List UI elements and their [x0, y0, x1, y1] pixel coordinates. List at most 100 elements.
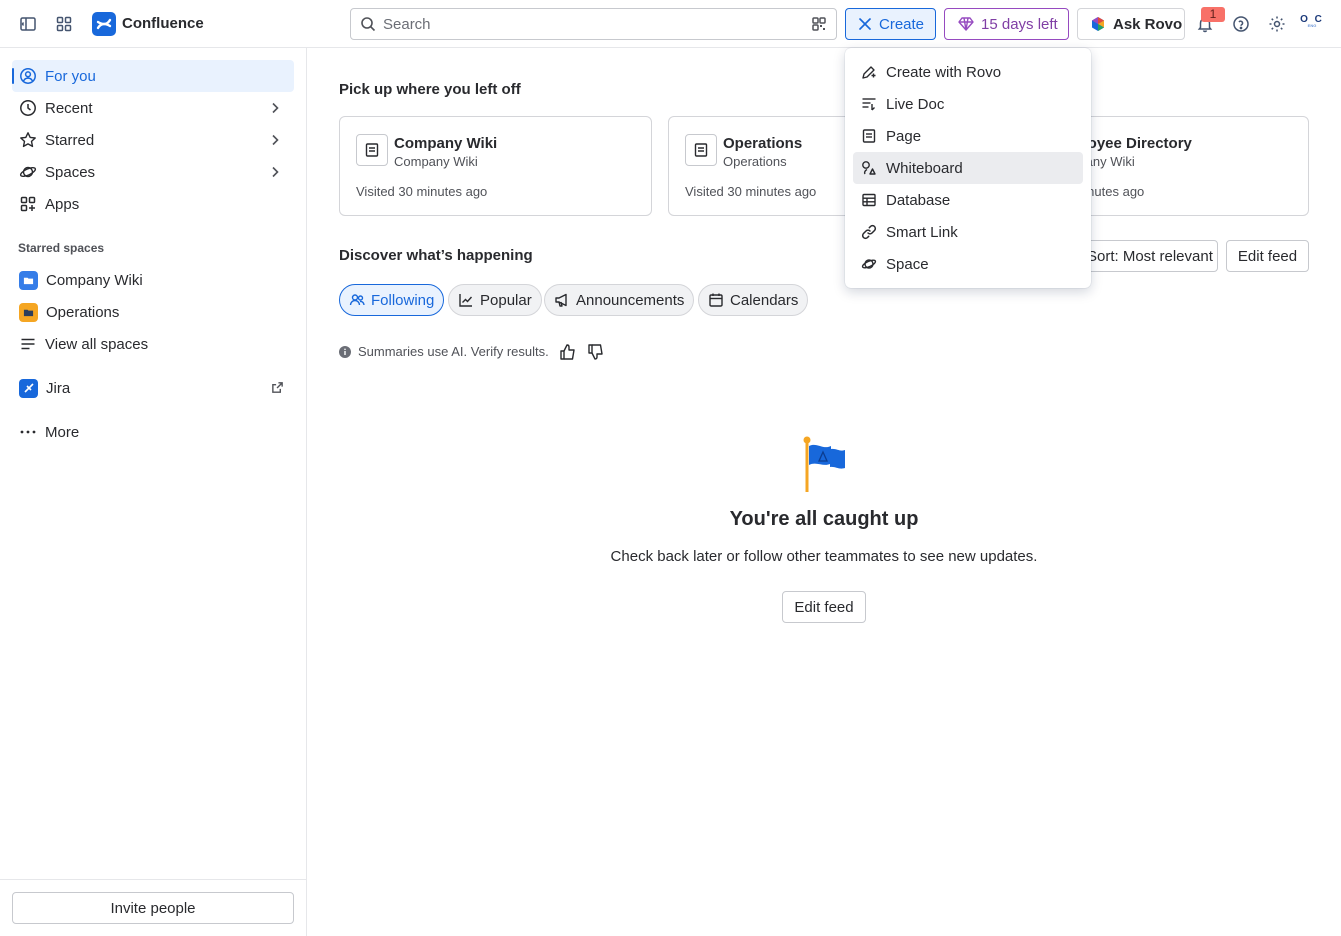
menu-item-create-with-rovo[interactable]: Create with Rovo	[853, 56, 1083, 88]
sidebar-divider	[0, 879, 306, 880]
active-indicator	[12, 68, 14, 84]
sidebar-item-for-you[interactable]: For you	[12, 60, 294, 92]
flag-illustration-icon	[803, 436, 847, 494]
card-meta: Visited 30 minutes ago	[685, 184, 817, 199]
menu-item-label: Whiteboard	[886, 159, 963, 177]
live-doc-icon	[861, 96, 877, 112]
sidebar-item-label: View all spaces	[45, 335, 149, 353]
empty-state-description: Check back later or follow other teammat…	[610, 548, 1038, 565]
space-icon	[861, 256, 877, 272]
space-folder-icon	[19, 270, 38, 290]
create-button-label: Create	[879, 15, 925, 33]
filter-popular[interactable]: Popular	[448, 284, 542, 316]
filter-announcements[interactable]: Announcements	[544, 284, 695, 316]
rovo-icon	[1090, 16, 1106, 32]
menu-item-page[interactable]: Page	[853, 120, 1083, 152]
chevron-right-icon[interactable]	[268, 101, 282, 115]
card-subtitle: Operations	[723, 154, 787, 169]
sidebar-item-label: Apps	[45, 195, 80, 213]
info-icon	[339, 345, 351, 358]
page-icon	[861, 128, 877, 144]
sidebar-item-label: Recent	[45, 99, 93, 117]
trial-button[interactable]: 15 days left	[944, 8, 1069, 40]
menu-item-smart-link[interactable]: Smart Link	[853, 216, 1083, 248]
chevron-right-icon[interactable]	[268, 165, 282, 179]
recent-card[interactable]: Company Wiki Company Wiki Visited 30 min…	[339, 116, 652, 216]
chevron-right-icon[interactable]	[268, 133, 282, 147]
sidebar-item-recent[interactable]: Recent	[12, 92, 294, 124]
sidebar-item-apps[interactable]: Apps	[12, 188, 294, 220]
sidebar-item-label: Jira	[46, 379, 71, 397]
user-circle-icon	[19, 67, 37, 85]
card-title: Operations	[723, 135, 803, 152]
external-link-icon[interactable]	[271, 381, 284, 394]
sidebar-item-jira[interactable]: Jira	[12, 372, 294, 404]
notification-badge: 1	[1201, 7, 1225, 22]
qr-scan-icon[interactable]	[811, 16, 827, 32]
menu-item-label: Smart Link	[886, 223, 958, 241]
edit-feed-button[interactable]: Edit feed	[1226, 240, 1309, 272]
empty-state-edit-feed-button[interactable]: Edit feed	[782, 591, 866, 623]
empty-state-title: You're all caught up	[729, 508, 919, 530]
search-icon	[360, 16, 376, 32]
search-box[interactable]	[350, 8, 837, 40]
create-button[interactable]: Create	[845, 8, 936, 40]
menu-item-whiteboard[interactable]: Whiteboard	[853, 152, 1083, 184]
app-switcher-icon[interactable]	[52, 12, 76, 36]
confluence-logo-icon[interactable]	[92, 12, 116, 36]
ai-disclaimer-text: Summaries use AI. Verify results.	[358, 344, 549, 359]
card-title: Company Wiki	[394, 135, 498, 152]
ai-disclaimer: Summaries use AI. Verify results.	[339, 344, 549, 359]
whiteboard-icon	[861, 160, 877, 176]
close-icon	[858, 17, 872, 31]
help-icon[interactable]	[1229, 12, 1253, 36]
sidebar-space-company-wiki[interactable]: Company Wiki	[12, 264, 294, 296]
sidebar-item-label: Company Wiki	[46, 271, 143, 289]
ask-rovo-label: Ask Rovo	[1113, 15, 1183, 33]
apps-grid-icon	[19, 195, 37, 213]
sidebar-view-all-spaces[interactable]: View all spaces	[12, 328, 294, 360]
filter-label: Popular	[480, 291, 532, 309]
discover-heading: Discover what’s happening	[339, 247, 533, 264]
menu-item-label: Live Doc	[886, 95, 945, 113]
filter-following[interactable]: Following	[339, 284, 445, 316]
smart-link-icon	[861, 224, 877, 240]
sort-label: Sort: Most relevant	[1087, 247, 1213, 265]
sidebar-toggle-icon[interactable]	[16, 12, 40, 36]
sidebar-item-more[interactable]: More	[12, 416, 294, 448]
jira-logo-icon	[19, 378, 38, 398]
avatar[interactable]: O C ENG	[1300, 14, 1324, 34]
recent-heading: Pick up where you left off	[339, 81, 521, 98]
thumbs-up-icon[interactable]	[559, 343, 577, 361]
top-navigation-bar: Confluence Create 15 days left Ask Rovo …	[0, 0, 1341, 48]
thumbs-down-icon[interactable]	[587, 343, 605, 361]
menu-item-label: Database	[886, 191, 951, 209]
sidebar-item-label: Spaces	[45, 163, 96, 181]
planet-icon	[19, 163, 37, 181]
settings-gear-icon[interactable]	[1265, 12, 1289, 36]
menu-item-live-doc[interactable]: Live Doc	[853, 88, 1083, 120]
megaphone-icon	[554, 292, 570, 308]
create-with-rovo-icon	[861, 64, 877, 80]
search-input[interactable]	[383, 15, 803, 33]
menu-item-database[interactable]: Database	[853, 184, 1083, 216]
app-name[interactable]: Confluence	[122, 15, 204, 32]
sidebar-item-label: For you	[45, 67, 96, 85]
sidebar-item-label: Operations	[46, 303, 120, 321]
space-folder-icon	[19, 302, 38, 322]
card-meta: Visited 30 minutes ago	[356, 184, 488, 199]
calendar-icon	[708, 292, 724, 308]
trial-label: 15 days left	[981, 15, 1058, 33]
invite-people-button[interactable]: Invite people	[12, 892, 294, 924]
card-subtitle: Company Wiki	[394, 154, 478, 169]
sidebar-item-starred[interactable]: Starred	[12, 124, 294, 156]
sidebar-space-operations[interactable]: Operations	[12, 296, 294, 328]
menu-item-label: Create with Rovo	[886, 63, 1002, 81]
sidebar-item-spaces[interactable]: Spaces	[12, 156, 294, 188]
ask-rovo-button[interactable]: Ask Rovo	[1077, 8, 1185, 40]
page-icon	[685, 134, 717, 166]
sidebar: For you Recent Starred Spaces Apps Starr…	[0, 48, 307, 936]
menu-item-space[interactable]: Space	[853, 248, 1083, 280]
filter-calendars[interactable]: Calendars	[698, 284, 809, 316]
list-icon	[19, 335, 37, 353]
